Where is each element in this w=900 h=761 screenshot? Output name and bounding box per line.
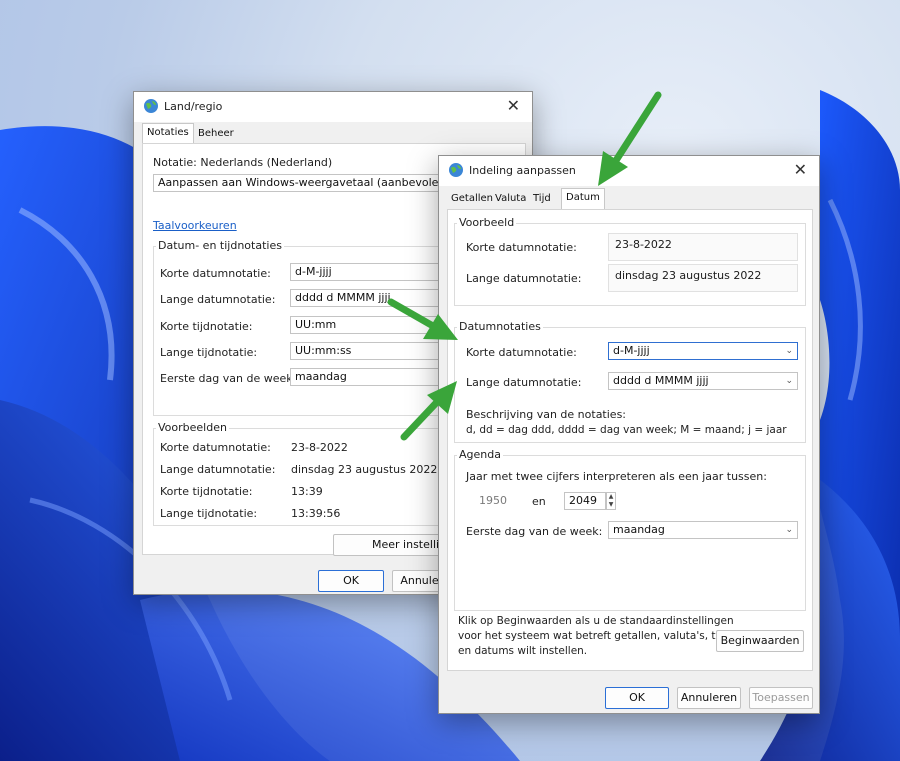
- indeling-titlebar: Indeling aanpassen ✕: [439, 156, 819, 186]
- group-title: Agenda: [457, 448, 503, 461]
- example-label: Korte datumnotatie:: [160, 441, 271, 454]
- reset-info-line: Klik op Beginwaarden als u de standaardi…: [458, 615, 734, 627]
- year-and-label: en: [532, 495, 546, 508]
- example-label: Lange tijdnotatie:: [160, 507, 258, 520]
- group-title: Datumnotaties: [457, 320, 543, 333]
- description-text: d, dd = dag ddd, dddd = dag van week; M …: [466, 424, 787, 436]
- tab-notaties[interactable]: Notaties: [142, 123, 194, 145]
- agenda-group: Agenda Jaar met twee cijfers interpreter…: [454, 448, 806, 611]
- long-date-label: Lange datumnotatie:: [466, 376, 582, 389]
- short-date-value: d-M-jjjj: [613, 344, 650, 357]
- format-label: Eerste dag van de week:: [160, 372, 297, 385]
- ok-button[interactable]: OK: [318, 570, 384, 592]
- format-label: Korte datumnotatie:: [160, 267, 271, 280]
- spin-down-icon[interactable]: ▼: [607, 501, 615, 509]
- reset-info-line: voor het systeem wat betreft getallen, v…: [458, 630, 742, 642]
- dialog-title: Land/regio: [164, 100, 223, 113]
- group-title: Datum- en tijdnotaties: [156, 239, 284, 252]
- close-icon[interactable]: ✕: [507, 96, 520, 115]
- datum-pane: Voorbeeld Korte datumnotatie: 23-8-2022 …: [447, 209, 813, 671]
- first-day-label: Eerste dag van de week:: [466, 525, 603, 538]
- chevron-down-icon[interactable]: ⌄: [785, 522, 793, 538]
- group-title: Voorbeelden: [156, 421, 229, 434]
- ok-button[interactable]: OK: [605, 687, 669, 709]
- chevron-down-icon[interactable]: ⌄: [785, 373, 793, 389]
- indeling-aanpassen-dialog: Indeling aanpassen ✕ Getallen Valuta Tij…: [438, 155, 820, 714]
- format-label: Korte tijdnotatie:: [160, 320, 253, 333]
- tab-beheer[interactable]: Beheer: [194, 125, 238, 143]
- example-label: Korte tijdnotatie:: [160, 485, 253, 498]
- beginwaarden-button[interactable]: Beginwaarden: [716, 630, 804, 652]
- example-value: 23-8-2022: [291, 441, 348, 454]
- preview-short-date: 23-8-2022: [608, 233, 798, 261]
- format-label: Lange tijdnotatie:: [160, 346, 258, 359]
- tab-valuta[interactable]: Valuta: [491, 190, 530, 208]
- globe-icon: [449, 163, 463, 177]
- voorbeeld-group: Voorbeeld Korte datumnotatie: 23-8-2022 …: [454, 216, 806, 306]
- close-icon[interactable]: ✕: [794, 160, 807, 179]
- chevron-down-icon[interactable]: ⌄: [785, 343, 793, 359]
- group-title: Voorbeeld: [457, 216, 517, 229]
- spin-up-icon[interactable]: ▲: [607, 493, 615, 501]
- dialog-title: Indeling aanpassen: [469, 164, 576, 177]
- example-value: 13:39:56: [291, 507, 341, 520]
- year-from-value: 1950: [479, 494, 507, 507]
- example-value: dinsdag 23 augustus 2022: [291, 463, 438, 476]
- preview-label: Korte datumnotatie:: [466, 241, 577, 254]
- year-to-spinner[interactable]: ▲ ▼: [606, 492, 616, 510]
- first-day-value: maandag: [613, 523, 665, 536]
- first-day-select[interactable]: maandag ⌄: [608, 521, 798, 539]
- example-value: 13:39: [291, 485, 323, 498]
- short-date-label: Korte datumnotatie:: [466, 346, 577, 359]
- land-regio-titlebar: Land/regio ✕: [134, 92, 532, 122]
- description-title: Beschrijving van de notaties:: [466, 408, 627, 421]
- long-date-value: dddd d MMMM jjjj: [613, 374, 709, 387]
- notatie-label: Notatie: Nederlands (Nederland): [153, 156, 333, 169]
- datumnotaties-group: Datumnotaties Korte datumnotatie: d-M-jj…: [454, 320, 806, 443]
- format-label: Lange datumnotatie:: [160, 293, 276, 306]
- taalvoorkeuren-link[interactable]: Taalvoorkeuren: [153, 219, 237, 232]
- cancel-button[interactable]: Annuleren: [677, 687, 741, 709]
- two-digit-year-label: Jaar met twee cijfers interpreteren als …: [466, 470, 767, 483]
- long-date-select[interactable]: dddd d MMMM jjjj ⌄: [608, 372, 798, 390]
- reset-info-line: en datums wilt instellen.: [458, 645, 588, 657]
- short-date-select[interactable]: d-M-jjjj ⌄: [608, 342, 798, 360]
- tab-tijd[interactable]: Tijd: [529, 190, 555, 208]
- tab-getallen[interactable]: Getallen: [447, 190, 497, 208]
- tab-datum[interactable]: Datum: [561, 188, 605, 210]
- year-to-input[interactable]: 2049: [564, 492, 606, 510]
- preview-label: Lange datumnotatie:: [466, 272, 582, 285]
- globe-icon: [144, 99, 158, 113]
- preview-long-date: dinsdag 23 augustus 2022: [608, 264, 798, 292]
- apply-button[interactable]: Toepassen: [749, 687, 813, 709]
- example-label: Lange datumnotatie:: [160, 463, 276, 476]
